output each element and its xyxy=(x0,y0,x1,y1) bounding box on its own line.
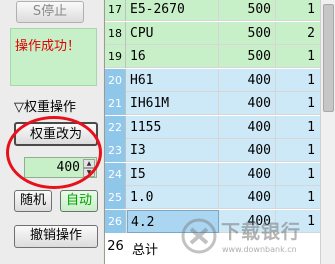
total-row-index: 26 xyxy=(107,239,124,254)
row-weight[interactable]: 400 xyxy=(220,186,276,209)
table-row[interactable]: 22 1155 400 1 xyxy=(105,115,320,139)
status-text: 操作成功！ xyxy=(15,39,81,54)
table-row[interactable]: 21 IH61M 400 1 xyxy=(105,92,320,115)
stop-button[interactable]: S停止 xyxy=(16,1,84,23)
row-index: 22 xyxy=(105,115,126,139)
table-row[interactable]: 25 1.0 400 1 xyxy=(105,186,320,209)
row-count[interactable]: 1 xyxy=(277,0,320,21)
status-box: 操作成功！ xyxy=(10,28,97,86)
row-index: 26 xyxy=(105,209,126,233)
row-weight[interactable]: 400 xyxy=(220,92,276,115)
left-panel: S停止 操作成功！ ▽权重操作 权重改为 400 ▲ ▼ 随机 自动 撤销操作 xyxy=(0,0,103,264)
row-index: 17 xyxy=(105,0,126,21)
row-count[interactable]: 1 xyxy=(277,69,320,92)
row-count[interactable]: 1 xyxy=(277,163,320,186)
scrollbar-thumb[interactable] xyxy=(323,4,334,112)
row-name[interactable]: 16 xyxy=(127,45,219,68)
row-name[interactable]: I3 xyxy=(127,139,219,162)
table-row[interactable]: 23 I3 400 1 xyxy=(105,139,320,162)
row-name[interactable]: I5 xyxy=(127,162,219,186)
row-index: 19 xyxy=(105,45,126,68)
watermark: 下载银行 www.downbank.cn xyxy=(178,215,335,264)
table-row[interactable]: 18 CPU 500 2 xyxy=(105,21,320,45)
row-name[interactable]: H61 xyxy=(127,68,219,92)
total-label: 总计 xyxy=(132,243,159,258)
watermark-logo-icon xyxy=(181,218,217,254)
row-index: 20 xyxy=(105,68,126,92)
row-weight[interactable]: 400 xyxy=(220,162,276,186)
row-name[interactable]: 1155 xyxy=(127,115,219,139)
row-count[interactable]: 2 xyxy=(277,22,320,45)
undo-button[interactable]: 撤销操作 xyxy=(14,225,98,248)
row-weight[interactable]: 500 xyxy=(220,0,276,21)
table-row[interactable]: 19 16 500 1 xyxy=(105,45,320,68)
row-count[interactable]: 1 xyxy=(277,45,320,68)
weight-group-label[interactable]: ▽权重操作 xyxy=(14,96,76,115)
row-weight[interactable]: 500 xyxy=(220,21,276,45)
row-index: 21 xyxy=(105,92,126,115)
row-weight[interactable]: 500 xyxy=(220,45,276,68)
row-index: 25 xyxy=(105,186,126,209)
row-name[interactable]: CPU xyxy=(127,21,219,45)
row-count[interactable]: 1 xyxy=(277,139,320,162)
watermark-text: 下载银行 xyxy=(221,221,302,243)
row-name[interactable]: 1.0 xyxy=(127,186,219,209)
row-weight[interactable]: 400 xyxy=(220,139,276,162)
row-name[interactable]: E5-2670 xyxy=(127,0,219,21)
row-index: 18 xyxy=(105,21,126,45)
watermark-url: www.downbank.cn xyxy=(222,245,297,254)
auto-button[interactable]: 自动 xyxy=(60,190,98,212)
row-name[interactable]: IH61M xyxy=(127,92,219,115)
row-count[interactable]: 1 xyxy=(277,92,320,115)
row-weight[interactable]: 400 xyxy=(220,115,276,139)
random-button[interactable]: 随机 xyxy=(14,190,52,212)
red-highlight-circle xyxy=(6,116,102,189)
row-count[interactable]: 1 xyxy=(277,186,320,209)
table-row[interactable]: 24 I5 400 1 xyxy=(105,162,320,186)
row-weight[interactable]: 400 xyxy=(220,68,276,92)
table-row[interactable]: 17 E5-2670 500 1 xyxy=(105,0,320,21)
row-index: 23 xyxy=(105,139,126,162)
table-row[interactable]: 20 H61 400 1 xyxy=(105,68,320,92)
row-index: 24 xyxy=(105,162,126,186)
row-count[interactable]: 1 xyxy=(277,116,320,139)
